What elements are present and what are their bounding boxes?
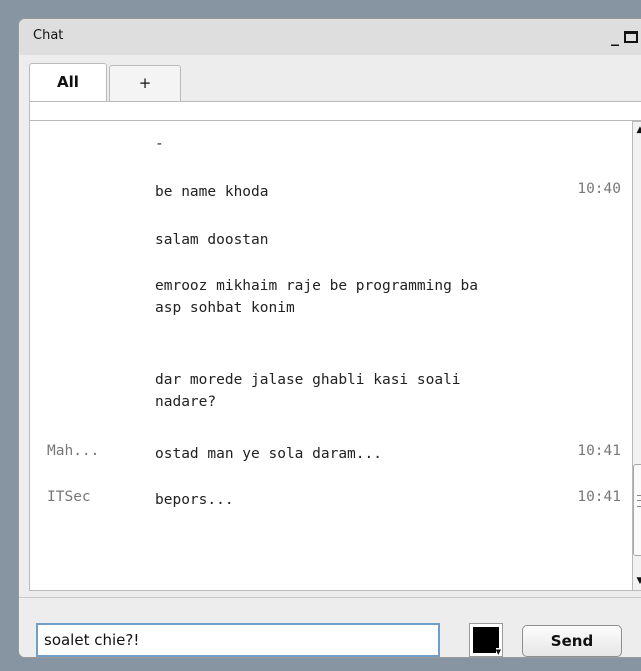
scrollbar-thumb[interactable] bbox=[633, 464, 641, 556]
maximize-icon[interactable] bbox=[624, 31, 638, 43]
tab-all[interactable]: All bbox=[29, 63, 107, 101]
scroll-down-icon[interactable]: ▼ bbox=[634, 574, 641, 589]
message-time: 10:41 bbox=[577, 489, 621, 505]
color-picker-button[interactable]: ▼ bbox=[469, 623, 503, 657]
message-user: ITSec bbox=[47, 489, 91, 505]
send-button[interactable]: Send bbox=[522, 625, 622, 657]
add-tab-button[interactable]: + bbox=[109, 65, 181, 101]
dropdown-arrow-icon: ▼ bbox=[495, 648, 501, 656]
message-scrollbar[interactable]: ▲ ▼ bbox=[632, 121, 641, 591]
chat-window: Chat _ All + - be name khoda 10:40 salam… bbox=[18, 18, 641, 658]
message-list: - be name khoda 10:40 salam doostan emro… bbox=[29, 121, 632, 591]
tab-content-strip bbox=[29, 101, 641, 121]
grip-icon bbox=[637, 495, 641, 507]
message-input[interactable] bbox=[36, 623, 440, 657]
message-text: bepors... bbox=[155, 492, 234, 508]
composer: ▼ Send bbox=[19, 597, 641, 657]
window-title: Chat bbox=[33, 28, 64, 43]
message-text: dar morede jalase ghabli kasi soali nada… bbox=[155, 372, 461, 410]
message-text: salam doostan bbox=[155, 232, 269, 248]
message-text: be name khoda bbox=[155, 184, 269, 200]
minimize-button[interactable]: _ bbox=[611, 29, 619, 45]
message-time: 10:41 bbox=[577, 443, 621, 459]
message-text: - bbox=[155, 136, 164, 152]
message-text: emrooz mikhaim raje be programming ba as… bbox=[155, 278, 479, 316]
message-text: ostad man ye sola daram... bbox=[155, 446, 382, 462]
title-bar: Chat _ bbox=[19, 19, 641, 55]
message-time: 10:40 bbox=[577, 181, 621, 197]
message-user: Mah... bbox=[47, 443, 100, 459]
scroll-up-icon[interactable]: ▲ bbox=[634, 123, 641, 138]
